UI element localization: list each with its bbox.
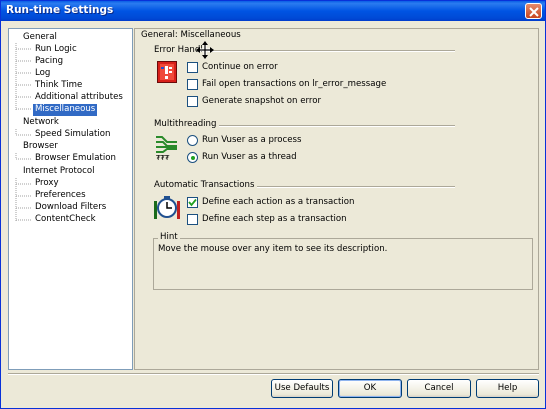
tree-item-miscellaneous[interactable]: Miscellaneous — [33, 104, 98, 116]
tree-item-general[interactable]: General — [21, 32, 59, 44]
automatic-transactions-divider — [244, 186, 455, 188]
hint-text: Move the mouse over any item to see its … — [158, 244, 388, 254]
panel-title: General: Miscellaneous — [141, 30, 241, 40]
checkbox[interactable] — [187, 79, 198, 90]
continue-on-error-checkbox[interactable]: Continue on error — [187, 62, 287, 74]
run-as-thread-label: Run Vuser as a thread — [202, 152, 297, 162]
generate-snapshot-label: Generate snapshot on error — [202, 96, 322, 106]
help-button[interactable]: Help — [476, 379, 539, 398]
tree-item-pacing[interactable]: Pacing — [33, 56, 65, 68]
checkbox[interactable] — [187, 214, 198, 225]
hint-title: Hint — [158, 232, 180, 242]
fail-open-transactions-label: Fail open transactions on lr_error_messa… — [202, 79, 387, 89]
automatic-transactions-icon — [154, 195, 180, 224]
define-action-transaction-label: Define each action as a transaction — [202, 197, 355, 207]
move-cursor-icon — [196, 41, 214, 59]
bottom-divider — [8, 373, 539, 375]
multithreading-divider — [216, 125, 455, 127]
tree-item-additional-attributes[interactable]: Additional attributes — [33, 92, 125, 104]
tree-item-network[interactable]: Network — [21, 117, 61, 129]
close-icon — [529, 7, 539, 17]
tree-item-internet-protocol[interactable]: Internet Protocol — [21, 166, 97, 178]
run-as-thread-radio[interactable]: Run Vuser as a thread — [187, 152, 307, 164]
tree-item-browser[interactable]: Browser — [21, 141, 60, 153]
multithreading-icon: ₮₮₮ — [155, 133, 179, 164]
checkbox[interactable] — [187, 96, 198, 107]
cancel-button[interactable]: Cancel — [407, 379, 471, 398]
tree-item-speed-simulation[interactable]: Speed Simulation — [33, 129, 112, 141]
define-action-transaction-checkbox[interactable]: Define each action as a transaction — [187, 197, 354, 209]
continue-on-error-label: Continue on error — [202, 62, 278, 72]
close-button[interactable] — [525, 3, 542, 19]
checkmark-icon — [188, 198, 197, 207]
checkbox[interactable] — [187, 197, 198, 208]
error-handling-icon — [157, 61, 177, 86]
multithreading-title: Multithreading — [154, 119, 220, 129]
tree-item-browser-emulation[interactable]: Browser Emulation — [33, 153, 118, 165]
define-step-transaction-checkbox[interactable]: Define each step as a transaction — [187, 214, 347, 226]
tree-item-run-logic[interactable]: Run Logic — [33, 44, 79, 56]
run-as-process-label: Run Vuser as a process — [202, 135, 302, 145]
window-title: Run-time Settings — [6, 4, 114, 16]
fail-open-transactions-checkbox[interactable]: Fail open transactions on lr_error_messa… — [187, 79, 387, 91]
run-time-settings-window: Run-time Settings General Run Logic Paci… — [0, 0, 546, 409]
radio[interactable] — [187, 135, 198, 146]
title-bar[interactable]: Run-time Settings — [1, 1, 545, 21]
radio[interactable] — [187, 152, 198, 163]
automatic-transactions-title: Automatic Transactions — [154, 180, 258, 190]
run-as-process-radio[interactable]: Run Vuser as a process — [187, 135, 307, 147]
tree-item-proxy[interactable]: Proxy — [33, 178, 61, 190]
tree-item-think-time[interactable]: Think Time — [33, 80, 84, 92]
generate-snapshot-checkbox[interactable]: Generate snapshot on error — [187, 96, 327, 108]
ok-button[interactable]: OK — [338, 379, 402, 398]
svg-text:₮₮₮: ₮₮₮ — [156, 154, 170, 161]
error-handling-divider — [201, 50, 455, 52]
tree-item-contentcheck[interactable]: ContentCheck — [33, 214, 98, 226]
settings-tree[interactable]: General Run Logic Pacing Log Think Time … — [8, 28, 133, 370]
use-defaults-button[interactable]: Use Defaults — [271, 379, 333, 398]
checkbox[interactable] — [187, 62, 198, 73]
tree-item-preferences[interactable]: Preferences — [33, 190, 88, 202]
tree-item-log[interactable]: Log — [33, 68, 52, 80]
define-step-transaction-label: Define each step as a transaction — [202, 214, 347, 224]
tree-item-download-filters[interactable]: Download Filters — [33, 202, 108, 214]
